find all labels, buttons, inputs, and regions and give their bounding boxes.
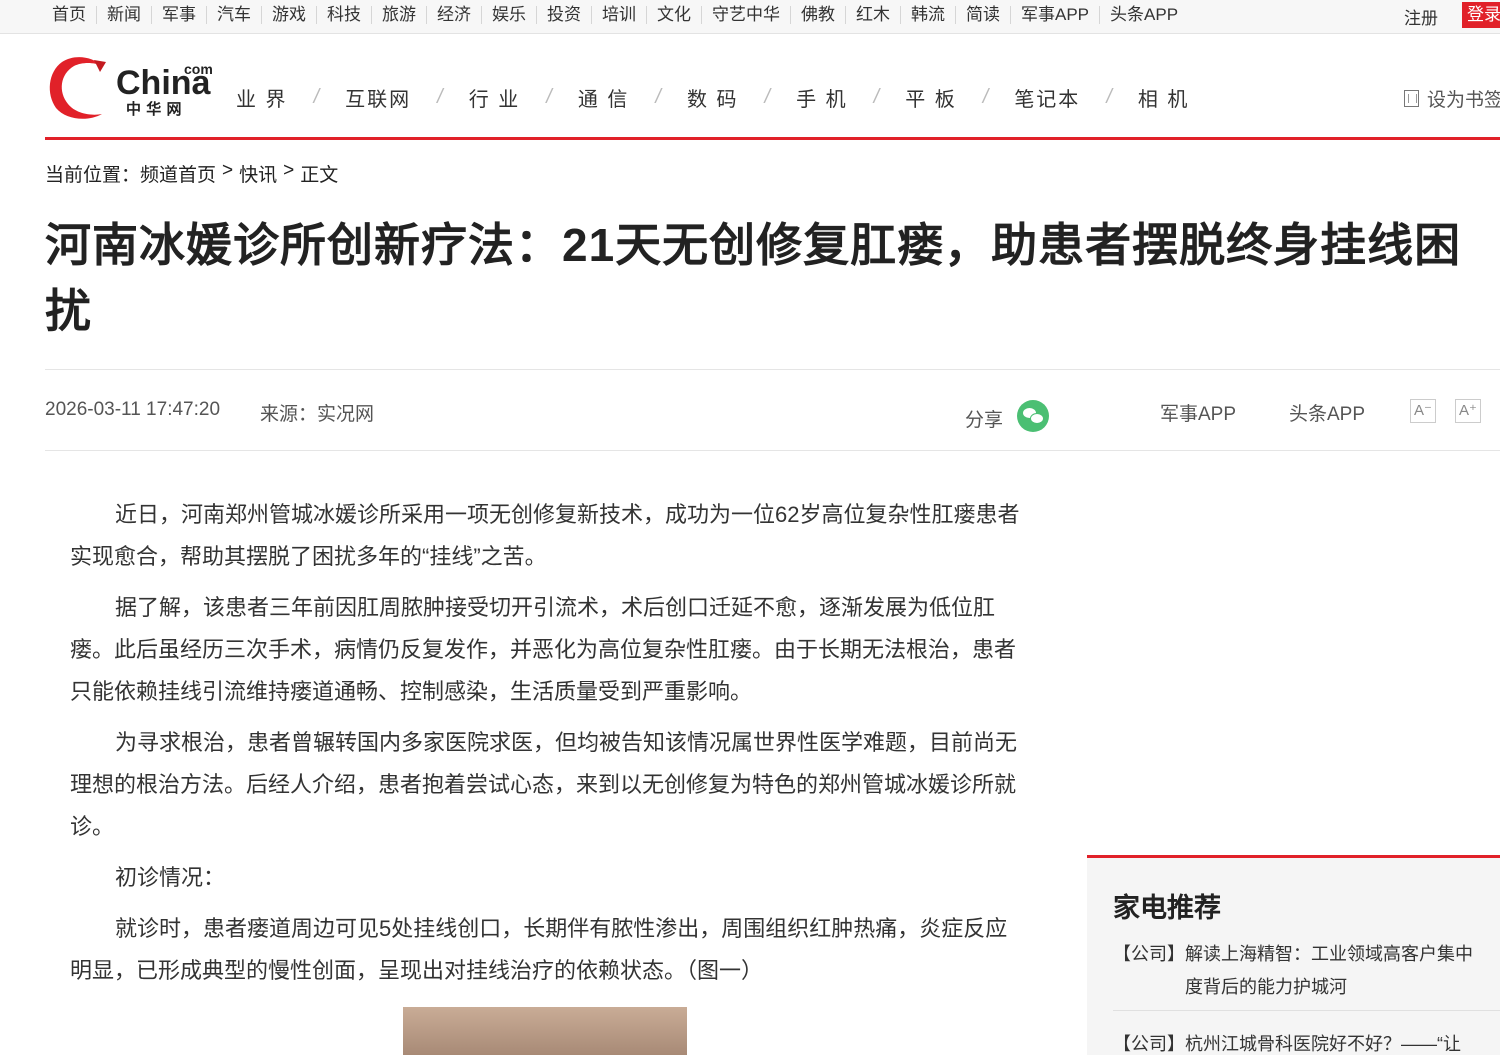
sidebar-news-item[interactable]: 【公司】 杭州江城骨科医院好不好？——“让 bbox=[1113, 1028, 1483, 1061]
top-nav: 首页 新闻 军事 汽车 游戏 科技 旅游 经济 娱乐 投资 培训 文化 守艺中华… bbox=[42, 0, 1188, 30]
topnav-item[interactable]: 简读 bbox=[955, 6, 1010, 24]
font-increase-button[interactable]: A⁺ bbox=[1455, 399, 1481, 423]
topnav-item[interactable]: 汽车 bbox=[206, 6, 261, 24]
nav-separator: / bbox=[313, 85, 320, 108]
topnav-item[interactable]: 经济 bbox=[426, 6, 481, 24]
toutiao-app-link[interactable]: 头条APP bbox=[1289, 399, 1365, 426]
sidebar-divider bbox=[1113, 1010, 1500, 1011]
bookmark-icon bbox=[1404, 90, 1419, 107]
topnav-item[interactable]: 游戏 bbox=[261, 6, 316, 24]
topnav-item[interactable]: 韩流 bbox=[900, 6, 955, 24]
top-bar: 首页 新闻 军事 汽车 游戏 科技 旅游 经济 娱乐 投资 培训 文化 守艺中华… bbox=[0, 0, 1500, 34]
share-label: 分享 bbox=[965, 410, 1004, 431]
article-paragraph: 为寻求根治，患者曾辗转国内多家医院求医，但均被告知该情况属世界性医学难题，目前尚… bbox=[70, 730, 1018, 839]
channel-nav-item[interactable]: 相 机 bbox=[1138, 83, 1190, 112]
topnav-item[interactable]: 头条APP bbox=[1099, 6, 1188, 24]
topnav-item[interactable]: 旅游 bbox=[371, 6, 426, 24]
topnav-item[interactable]: 首页 bbox=[42, 6, 96, 24]
article-paragraph: 就诊时，患者瘘道周边可见5处挂线创口，长期伴有脓性渗出，周围组织红肿热痛，炎症反… bbox=[70, 916, 1008, 983]
breadcrumb: 当前位置： 频道首页 > 快讯 > 正文 bbox=[45, 160, 344, 187]
topnav-item[interactable]: 新闻 bbox=[96, 6, 151, 24]
nav-separator: / bbox=[546, 85, 552, 108]
nav-separator: / bbox=[655, 85, 661, 108]
topnav-item[interactable]: 培训 bbox=[591, 6, 646, 24]
meta-divider-top bbox=[45, 369, 1500, 370]
channel-nav-item[interactable]: 通 信 bbox=[578, 83, 630, 112]
china-com-logo[interactable]: com China 中 华 网 bbox=[44, 52, 214, 124]
font-decrease-button[interactable]: A⁻ bbox=[1410, 399, 1436, 423]
topnav-item[interactable]: 投资 bbox=[536, 6, 591, 24]
logo-china-text: China bbox=[116, 64, 212, 102]
topnav-item[interactable]: 娱乐 bbox=[481, 6, 536, 24]
sidebar-recommend: 家电推荐 【公司】 解读上海精智：工业领域高客户集中度背后的能力护城河 【公司】… bbox=[1087, 855, 1500, 1055]
topnav-item[interactable]: 文化 bbox=[646, 6, 701, 24]
nav-separator: / bbox=[873, 85, 880, 108]
topnav-item[interactable]: 科技 bbox=[316, 6, 371, 24]
nav-separator: / bbox=[764, 85, 771, 108]
breadcrumb-current: 正文 bbox=[300, 165, 339, 186]
wechat-share-icon[interactable] bbox=[1017, 400, 1049, 432]
sidebar-news-item[interactable]: 【公司】 解读上海精智：工业领域高客户集中度背后的能力护城河 bbox=[1113, 938, 1483, 1004]
channel-nav-item[interactable]: 业 界 bbox=[236, 83, 288, 112]
meta-divider-bottom bbox=[45, 450, 1500, 451]
channel-nav: 业 界 / 互联网 / 行 业 / 通 信 / 数 码 / 手 机 / 平 板 / 笔记本 / … bbox=[236, 83, 1190, 112]
breadcrumb-item[interactable]: 频道首页 bbox=[140, 160, 216, 187]
nav-separator: / bbox=[982, 85, 989, 108]
channel-nav-item[interactable]: 互联网 bbox=[345, 83, 411, 112]
topnav-item[interactable]: 红木 bbox=[845, 6, 900, 24]
article-paragraph: 初诊情况： bbox=[115, 865, 226, 890]
channel-nav-item[interactable]: 笔记本 bbox=[1014, 83, 1080, 112]
breadcrumb-separator: > bbox=[283, 160, 295, 181]
article-paragraph: 据了解，该患者三年前因肛周脓肿接受切开引流术，术后创口迁延不愈，逐渐发展为低位肛… bbox=[70, 595, 1017, 704]
topnav-item[interactable]: 佛教 bbox=[790, 6, 845, 24]
channel-nav-item[interactable]: 手 机 bbox=[796, 83, 848, 112]
topnav-item[interactable]: 守艺中华 bbox=[701, 6, 790, 24]
topnav-item[interactable]: 军事 bbox=[151, 6, 206, 24]
bookmark-label: 设为书签 bbox=[1427, 90, 1500, 111]
breadcrumb-item[interactable]: 快讯 bbox=[239, 160, 277, 187]
login-button[interactable]: 登录 bbox=[1462, 2, 1500, 28]
breadcrumb-separator: > bbox=[222, 160, 234, 181]
sidebar-title: 家电推荐 bbox=[1113, 893, 1221, 923]
channel-nav-item[interactable]: 行 业 bbox=[469, 83, 521, 112]
news-tag: 【公司】 bbox=[1113, 1034, 1185, 1054]
publish-date: 2026-03-11 17:47:20 bbox=[45, 399, 221, 420]
header-divider bbox=[45, 137, 1500, 140]
news-tag: 【公司】 bbox=[1113, 944, 1185, 964]
article-title: 河南冰媛诊所创新疗法：21天无创修复肛瘘，助患者摆脱终身挂线困扰 bbox=[45, 219, 1462, 337]
breadcrumb-label: 当前位置： bbox=[45, 165, 141, 186]
article-paragraph: 近日，河南郑州管城冰媛诊所采用一项无创修复新技术，成功为一位62岁高位复杂性肛瘘… bbox=[70, 502, 1020, 569]
article-source: 来源：实况网 bbox=[260, 404, 375, 425]
news-link[interactable]: 杭州江城骨科医院好不好？——“让 bbox=[1185, 1028, 1461, 1061]
article-image bbox=[403, 1007, 687, 1055]
bookmark-link[interactable]: 设为书签 bbox=[1404, 85, 1500, 112]
article-body: 近日，河南郑州管城冰媛诊所采用一项无创修复新技术，成功为一位62岁高位复杂性肛瘘… bbox=[70, 494, 1022, 1001]
channel-nav-item[interactable]: 平 板 bbox=[905, 83, 957, 112]
nav-separator: / bbox=[1106, 85, 1112, 108]
channel-nav-item[interactable]: 数 码 bbox=[687, 83, 739, 112]
register-link[interactable]: 注册 bbox=[1404, 4, 1438, 29]
nav-separator: / bbox=[437, 85, 443, 108]
military-app-link[interactable]: 军事APP bbox=[1160, 399, 1236, 426]
topnav-item[interactable]: 军事APP bbox=[1010, 6, 1099, 24]
logo-cn-text: 中 华 网 bbox=[126, 100, 181, 118]
news-link[interactable]: 解读上海精智：工业领域高客户集中度背后的能力护城河 bbox=[1185, 938, 1483, 1004]
